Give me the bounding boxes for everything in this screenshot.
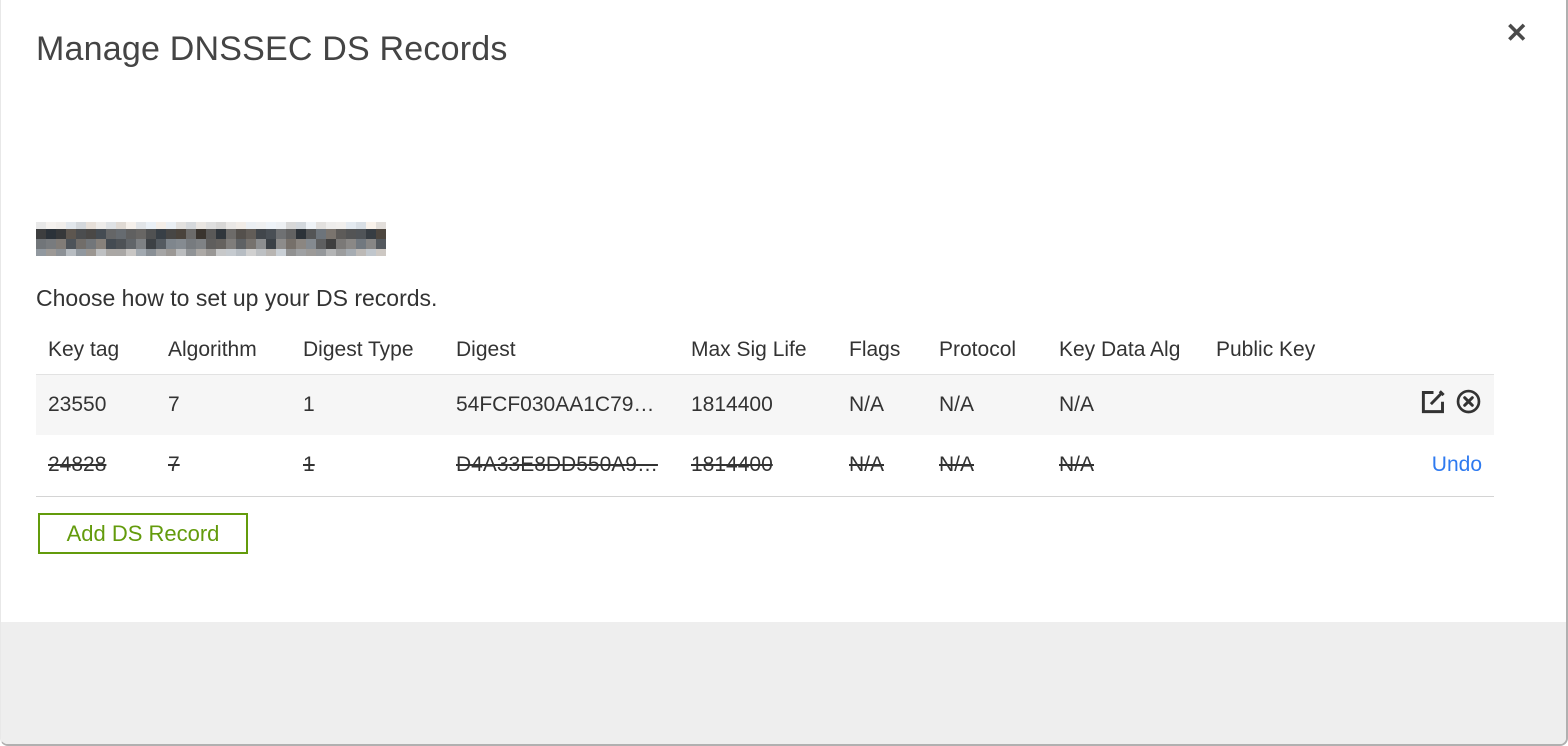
table-row-deleted: 24828 7 1 D4A33E8DD550A9… 1814400 N/A N/… — [36, 435, 1494, 497]
ds-records-table: Key tag Algorithm Digest Type Digest Max… — [36, 326, 1494, 497]
table-header-row: Key tag Algorithm Digest Type Digest Max… — [36, 326, 1494, 374]
table-row: 23550 7 1 54FCF030AA1C79… 1814400 N/A N/… — [36, 373, 1494, 435]
redacted-domain-name — [36, 222, 386, 256]
edit-record-icon[interactable] — [1420, 388, 1447, 421]
delete-record-icon[interactable] — [1455, 388, 1482, 421]
col-header-algorithm: Algorithm — [168, 337, 257, 361]
cell-key-data-alg: N/A — [1059, 392, 1095, 416]
col-header-key-tag: Key tag — [48, 337, 120, 361]
cell-protocol: N/A — [939, 453, 975, 477]
col-header-key-data-alg: Key Data Alg — [1059, 337, 1181, 361]
col-header-actions — [1394, 326, 1494, 374]
cell-digest-type: 1 — [303, 392, 315, 416]
close-icon[interactable]: ✕ — [1505, 20, 1528, 47]
cell-flags: N/A — [849, 392, 885, 416]
cell-max-sig-life: 1814400 — [691, 392, 773, 416]
cell-digest: D4A33E8DD550A9… — [456, 453, 658, 477]
col-header-digest-type: Digest Type — [303, 337, 414, 361]
col-header-protocol: Protocol — [939, 337, 1017, 361]
cell-flags: N/A — [849, 453, 885, 477]
cell-key-data-alg: N/A — [1059, 453, 1095, 477]
cell-digest: 54FCF030AA1C79… — [456, 392, 655, 416]
cell-algorithm: 7 — [168, 392, 180, 416]
page-title: Manage DNSSEC DS Records — [36, 30, 508, 68]
intro-text: Choose how to set up your DS records. — [36, 285, 438, 311]
cell-key-tag: 23550 — [48, 392, 107, 416]
cell-max-sig-life: 1814400 — [691, 453, 773, 477]
col-header-max-sig-life: Max Sig Life — [691, 337, 807, 361]
modal-footer: Save Cancel — [1, 622, 1566, 744]
cell-digest-type: 1 — [303, 453, 315, 477]
dnssec-modal: Manage DNSSEC DS Records ✕ Choose how to… — [0, 0, 1568, 746]
col-header-digest: Digest — [456, 337, 516, 361]
cell-algorithm: 7 — [168, 453, 180, 477]
col-header-flags: Flags — [849, 337, 901, 361]
cell-key-tag: 24828 — [48, 453, 107, 477]
cell-protocol: N/A — [939, 392, 975, 416]
add-ds-record-button[interactable]: Add DS Record — [38, 513, 248, 554]
undo-link[interactable]: Undo — [1432, 453, 1482, 476]
col-header-public-key: Public Key — [1216, 337, 1316, 361]
